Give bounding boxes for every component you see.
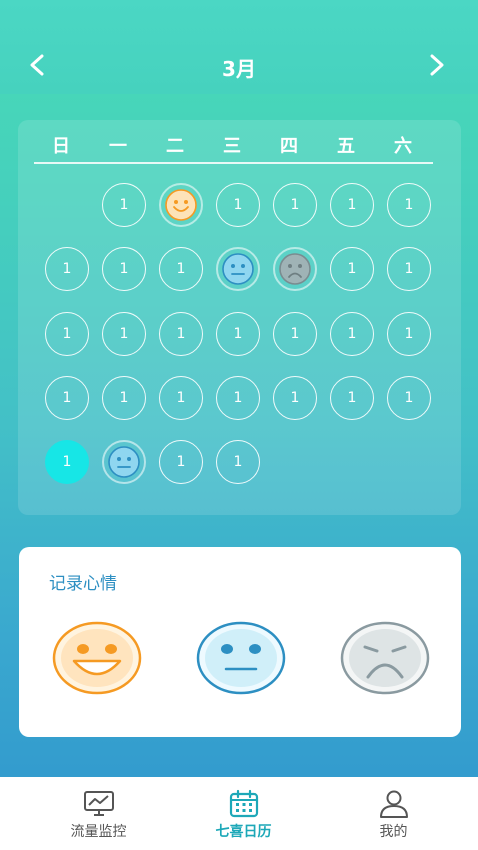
calendar-day[interactable]: 1	[387, 183, 431, 227]
header-bar: 3月	[0, 0, 478, 94]
calendar-icon	[229, 789, 259, 818]
calendar-day[interactable]: 1	[330, 376, 374, 420]
day-number: 1	[233, 390, 243, 406]
calendar-day[interactable]: 1	[273, 312, 317, 356]
calendar-day[interactable]: 1	[159, 247, 203, 291]
day-number: 1	[233, 326, 243, 342]
weekday-label: 三	[223, 136, 241, 157]
neutral-face-icon	[222, 253, 254, 285]
happy-face-icon	[52, 621, 142, 695]
calendar-day[interactable]: 1	[159, 312, 203, 356]
calendar-day-mood-neutral[interactable]	[216, 247, 260, 291]
day-number: 1	[347, 261, 357, 277]
weekday-header: 日 一 二 三 四 五 六	[34, 128, 433, 164]
sad-face-icon	[340, 621, 430, 695]
calendar-day[interactable]: 1	[330, 312, 374, 356]
day-number: 1	[233, 454, 243, 470]
day-number: 1	[62, 390, 72, 406]
calendar-day[interactable]: 1	[45, 247, 89, 291]
weekday-label: 一	[109, 136, 127, 157]
day-number: 1	[404, 261, 414, 277]
calendar-day[interactable]: 1	[387, 312, 431, 356]
monitor-chart-icon	[84, 791, 114, 816]
day-number: 1	[119, 390, 129, 406]
calendar-panel: 日 一 二 三 四 五 六 1 1 1 1 1 1 1 1 1 1 1 1 1 1 1 1 1 1 1 1 1 1 1 1 1 1…	[18, 120, 461, 515]
day-number: 1	[233, 197, 243, 213]
calendar-day[interactable]: 1	[216, 376, 260, 420]
calendar-day[interactable]: 1	[216, 312, 260, 356]
day-number: 1	[62, 261, 72, 277]
mood-card-title: 记录心情	[49, 574, 117, 594]
day-number: 1	[176, 390, 186, 406]
mood-record-card: 记录心情	[19, 547, 461, 737]
day-number: 1	[347, 390, 357, 406]
weekday-label: 日	[52, 136, 70, 157]
day-number: 1	[62, 454, 72, 470]
day-number: 1	[119, 326, 129, 342]
day-number: 1	[347, 197, 357, 213]
day-number: 1	[404, 197, 414, 213]
calendar-day[interactable]: 1	[102, 247, 146, 291]
day-number: 1	[290, 197, 300, 213]
day-number: 1	[176, 326, 186, 342]
day-number: 1	[290, 326, 300, 342]
day-number: 1	[404, 326, 414, 342]
calendar-day[interactable]: 1	[330, 183, 374, 227]
calendar-day-mood-neutral[interactable]	[102, 440, 146, 484]
calendar-day-mood-happy[interactable]	[159, 183, 203, 227]
day-number: 1	[119, 197, 129, 213]
tab-label: 我的	[379, 824, 408, 840]
neutral-face-icon	[196, 621, 286, 695]
chevron-right-icon	[430, 54, 444, 76]
mood-sad-button[interactable]	[340, 621, 430, 695]
weekday-label: 五	[337, 136, 355, 157]
day-number: 1	[62, 326, 72, 342]
calendar-day[interactable]: 1	[102, 376, 146, 420]
tab-label: 流量监控	[70, 824, 127, 840]
tab-calendar[interactable]: 七喜日历	[164, 777, 323, 850]
calendar-day[interactable]: 1	[387, 247, 431, 291]
day-number: 1	[176, 261, 186, 277]
calendar-day-mood-sad[interactable]	[273, 247, 317, 291]
calendar-day[interactable]: 1	[159, 440, 203, 484]
weekday-label: 四	[280, 136, 298, 157]
calendar-day[interactable]: 1	[102, 183, 146, 227]
day-number: 1	[290, 390, 300, 406]
mood-happy-button[interactable]	[52, 621, 142, 695]
neutral-face-icon	[108, 446, 140, 478]
calendar-day[interactable]: 1	[387, 376, 431, 420]
weekday-label: 二	[166, 136, 184, 157]
day-number: 1	[119, 261, 129, 277]
calendar-day[interactable]: 1	[159, 376, 203, 420]
user-icon	[380, 790, 408, 818]
day-number: 1	[176, 454, 186, 470]
calendar-day[interactable]: 1	[45, 312, 89, 356]
bottom-tab-bar: 流量监控 七喜日历 我的	[0, 777, 478, 850]
mood-neutral-button[interactable]	[196, 621, 286, 695]
day-number: 1	[404, 390, 414, 406]
tab-traffic-monitor[interactable]: 流量监控	[19, 777, 178, 850]
month-title: 3月	[222, 57, 256, 81]
calendar-day[interactable]: 1	[330, 247, 374, 291]
calendar-day[interactable]: 1	[45, 376, 89, 420]
weekday-label: 六	[394, 136, 412, 157]
sad-face-icon	[279, 253, 311, 285]
calendar-day[interactable]: 1	[273, 376, 317, 420]
calendar-day[interactable]: 1	[273, 183, 317, 227]
tab-profile[interactable]: 我的	[314, 777, 473, 850]
calendar-day[interactable]: 1	[216, 183, 260, 227]
happy-face-icon	[165, 189, 197, 221]
day-number: 1	[347, 326, 357, 342]
calendar-day[interactable]: 1	[216, 440, 260, 484]
calendar-day-today[interactable]: 1	[45, 440, 89, 484]
tab-label: 七喜日历	[215, 824, 272, 840]
calendar-day[interactable]: 1	[102, 312, 146, 356]
next-month-button[interactable]	[422, 50, 452, 80]
